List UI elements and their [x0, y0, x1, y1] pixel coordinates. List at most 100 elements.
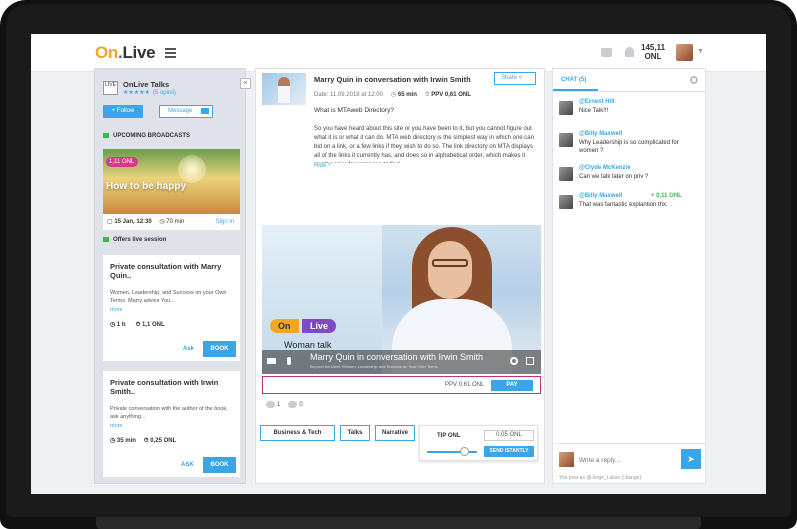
gear-icon[interactable] — [510, 357, 518, 365]
broadcast-price-badge: 1,11 ONL — [106, 157, 139, 167]
book-button[interactable]: BOOK — [203, 457, 236, 473]
ask-button[interactable]: Ask — [183, 346, 194, 352]
ppv-payment-bar: PPV 0,61 ONL PAY — [262, 376, 541, 394]
video-camera-icon[interactable] — [267, 358, 276, 364]
chat-username[interactable]: @Ernest Hill — [579, 99, 615, 105]
reply-input[interactable] — [579, 451, 671, 469]
comment-icon[interactable] — [266, 401, 275, 408]
chat-username[interactable]: @Billy Maxwell — [579, 131, 622, 137]
hide-link[interactable]: Hide ^ — [314, 163, 331, 169]
session-card-1: Private consultation with Marry Quin.. W… — [103, 255, 240, 361]
chevron-down-icon[interactable]: ▼ — [697, 48, 704, 55]
chat-bubble-icon[interactable] — [601, 48, 612, 57]
share-icon: < — [518, 75, 523, 81]
video-person-glasses — [432, 259, 468, 267]
chevron-up-icon: ^ — [328, 163, 331, 169]
tag-talks[interactable]: Talks — [340, 425, 370, 441]
opinions-link[interactable]: (5 opinii) — [153, 90, 176, 96]
post-panel: Marry Quin in conversation with Irwin Sm… — [255, 68, 545, 484]
chat-username[interactable]: @Billy Maxwell — [579, 193, 622, 199]
chat-tip-amount: + 0,11 ONL — [651, 193, 682, 199]
laptop-base — [96, 517, 701, 529]
book-button[interactable]: BOOK — [203, 341, 236, 357]
camera-icon — [103, 133, 109, 138]
follow-button[interactable]: + Follow — [103, 105, 143, 118]
chat-divider — [553, 91, 707, 92]
fullscreen-icon[interactable] — [526, 357, 534, 365]
more-link[interactable]: more — [110, 307, 123, 313]
video-controls: Marry Quin in conversation with Irwin Sm… — [262, 350, 541, 374]
tip-value[interactable]: 0,05 ONL — [484, 430, 534, 441]
post-ppv: PPV 0,61 ONL — [431, 92, 471, 98]
broadcast-date: 15 Jan, 12:30 — [114, 219, 152, 225]
session-title: Private consultation with Irwin Smith.. — [110, 378, 219, 396]
upcoming-title-text: UPCOMING BROADCASTS — [113, 133, 191, 140]
post-body: So you have heard about this site or you… — [314, 126, 534, 163]
chat-username[interactable]: @Clyde McKenzie — [579, 165, 631, 171]
chat-panel: CHAT (5) @Ernest Hill Nice Talk!!! @Bill… — [552, 68, 707, 485]
rating-stars-icon: ★★★★★ — [123, 90, 150, 96]
session-card-2: Private consultation with Irwin Smith.. … — [103, 371, 240, 477]
post-meta: Date: 11.09.2018 at 12:00 ◷ 65 min ⏱ PPV 0… — [314, 91, 471, 99]
session-description: Women, Leadership, and Success on your O… — [110, 290, 227, 304]
session-title: Private consultation with Marry Quin.. — [110, 262, 222, 280]
avatar — [559, 452, 574, 467]
broadcast-card[interactable]: 1,11 ONL How to be happy — [103, 149, 240, 214]
avatar[interactable] — [559, 167, 573, 181]
clock-icon: ◷ — [110, 438, 117, 444]
message-button[interactable]: Message — [159, 105, 213, 118]
onlive-logo[interactable]: On.Live — [95, 43, 156, 63]
send-icon[interactable]: ➤ — [681, 449, 701, 469]
logo-on: On — [95, 43, 119, 62]
pay-button[interactable]: PAY — [491, 380, 533, 391]
posting-as-text: You post as @Jorge_Lukas (change) — [559, 475, 642, 481]
session-price: 1,1 ONL — [141, 322, 165, 328]
ppv-price: PPV 0,61 ONL — [445, 382, 485, 388]
comment-count: 1 — [277, 402, 281, 409]
hamburger-menu-icon[interactable] — [165, 48, 176, 60]
channel-logo: LIVE — [103, 81, 118, 95]
channel-name[interactable]: OnLive Talks — [123, 80, 169, 89]
tag-business-tech[interactable]: Business & Tech — [260, 425, 335, 441]
balance-amount: 145,11 — [641, 43, 666, 52]
channel-sidebar: LIVE OnLive Talks ★★★★★ (5 opinii) + Foll… — [94, 68, 246, 484]
tip-slider-handle[interactable] — [460, 447, 469, 456]
chat-tab[interactable]: CHAT (5) — [553, 69, 598, 91]
session-duration: 35 min — [116, 438, 136, 444]
chat-reply-area: ➤ You post as @Jorge_Lukas (change) — [553, 443, 707, 485]
app-screen: On.Live 145,11 ONL ▼ LIVE OnLive Talks ★… — [31, 34, 766, 494]
more-link[interactable]: more — [110, 423, 123, 429]
video-small-caption: Beyond the label: Women, Leadership and … — [310, 364, 438, 369]
close-sidebar-icon[interactable]: × — [240, 78, 251, 89]
session-description: Private conversation with the author of … — [110, 406, 228, 420]
upcoming-broadcasts-title: UPCOMING BROADCASTS — [103, 133, 190, 139]
tip-slider[interactable] — [427, 451, 477, 453]
bell-icon[interactable] — [625, 47, 634, 57]
like-icon[interactable] — [288, 401, 298, 408]
chat-settings-icon[interactable] — [690, 76, 698, 84]
broadcast-duration: 70 min — [166, 219, 185, 225]
post-stats: 10 — [266, 401, 303, 408]
hide-label: Hide — [314, 163, 327, 169]
avatar[interactable] — [559, 133, 573, 147]
send-instantly-button[interactable]: SEND ISTANTLY — [484, 446, 534, 457]
video-logo-live: Live — [302, 319, 337, 333]
avatar[interactable] — [559, 101, 573, 115]
session-duration: 1 h — [116, 322, 126, 328]
wallet-balance[interactable]: 145,11 ONL — [641, 43, 665, 61]
post-date: Date: 11.09.2018 at 12:00 — [314, 92, 383, 98]
message-label: Message — [168, 108, 193, 114]
share-button[interactable]: Share < — [494, 72, 536, 85]
ask-button[interactable]: ASK — [181, 462, 194, 468]
post-title: Marry Quin in conversation with Irwin Sm… — [314, 75, 471, 84]
tag-narrative[interactable]: Narrative — [375, 425, 415, 441]
user-avatar[interactable] — [676, 44, 693, 61]
clock-icon: ◷ — [110, 322, 117, 328]
microphone-icon[interactable] — [287, 357, 291, 365]
sign-in-link[interactable]: Sign in — [216, 214, 234, 230]
offers-title-text: Offers live session — [113, 237, 167, 244]
share-label: Share — [501, 75, 518, 81]
video-player[interactable]: On Live Woman talk Marry Quin in convers… — [262, 225, 541, 374]
avatar[interactable] — [559, 195, 573, 209]
chat-text: Nice Talk!!! — [579, 108, 609, 114]
